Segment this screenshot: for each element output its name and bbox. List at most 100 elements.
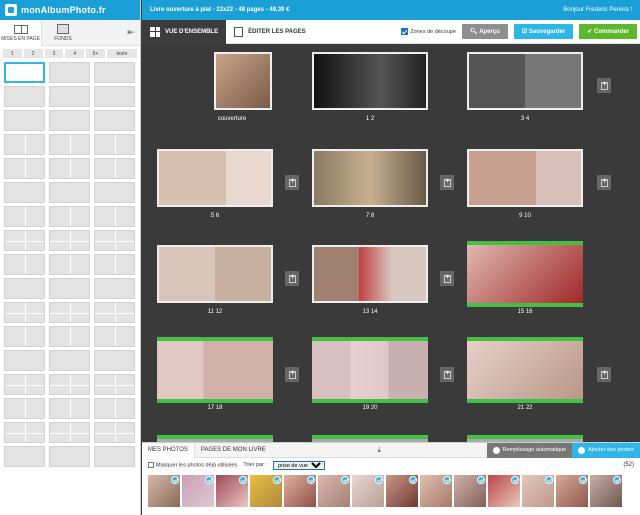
spread-photo[interactable] — [467, 149, 583, 207]
layout-thumb[interactable] — [94, 62, 135, 83]
filter-4-photos[interactable]: 4 — [65, 49, 85, 58]
layout-thumb[interactable] — [49, 350, 90, 371]
order-button[interactable]: ✔ Commander — [579, 24, 637, 39]
spread-photo[interactable] — [312, 245, 428, 303]
layout-thumb[interactable] — [4, 110, 45, 131]
spread-15-16[interactable]: 15 16 — [467, 241, 627, 315]
layout-thumb[interactable] — [94, 182, 135, 203]
layout-thumb[interactable] — [4, 302, 45, 323]
layout-thumb[interactable] — [94, 206, 135, 227]
photo-thumb[interactable] — [318, 475, 350, 507]
layout-thumb[interactable] — [4, 230, 45, 251]
photo-thumb[interactable] — [216, 475, 248, 507]
filter-5plus-photos[interactable]: 5+ — [86, 49, 105, 58]
zones-checkbox[interactable]: Zones de découpe — [401, 28, 456, 35]
add-page-button[interactable] — [597, 175, 611, 190]
spread-photo[interactable] — [157, 245, 273, 303]
photo-thumb[interactable] — [148, 475, 180, 507]
photo-thumb[interactable] — [420, 475, 452, 507]
add-photos-button[interactable]: Ajouter des photos — [572, 442, 640, 458]
add-page-button[interactable] — [440, 175, 454, 190]
layout-thumb[interactable] — [94, 446, 135, 467]
layout-thumb[interactable] — [94, 254, 135, 275]
hide-used-checkbox[interactable]: Masquer les photos déjà utilisées — [148, 461, 237, 468]
spread-photo[interactable] — [467, 337, 583, 403]
layout-thumb[interactable] — [49, 110, 90, 131]
layout-thumb[interactable] — [4, 422, 45, 443]
tab-my-photos[interactable]: MES PHOTOS — [142, 442, 195, 458]
add-page-button[interactable] — [440, 367, 454, 382]
spread-5-6[interactable]: 5 6 — [157, 149, 317, 219]
photo-thumb[interactable] — [488, 475, 520, 507]
add-page-button[interactable] — [597, 78, 611, 93]
layout-thumb[interactable] — [49, 86, 90, 107]
spread-photo[interactable] — [312, 337, 428, 403]
layout-thumb[interactable] — [4, 134, 45, 155]
spread-photo[interactable] — [312, 149, 428, 207]
photo-thumb[interactable] — [454, 475, 486, 507]
layout-thumb[interactable] — [94, 302, 135, 323]
photo-thumb[interactable] — [250, 475, 282, 507]
layout-thumb[interactable] — [94, 134, 135, 155]
layout-thumb[interactable] — [94, 398, 135, 419]
tab-layouts[interactable]: MISES EN PAGE — [0, 20, 42, 46]
layout-thumb[interactable] — [94, 230, 135, 251]
spread-partial[interactable] — [157, 435, 273, 442]
photo-thumb[interactable] — [352, 475, 384, 507]
layout-thumb[interactable] — [49, 374, 90, 395]
layout-thumb[interactable] — [94, 278, 135, 299]
spread-photo[interactable] — [157, 337, 273, 403]
photo-thumb[interactable] — [522, 475, 554, 507]
photo-thumb[interactable] — [182, 475, 214, 507]
tab-book-pages[interactable]: PAGES DE MON LIVRE — [195, 443, 272, 458]
layout-thumb[interactable] — [4, 398, 45, 419]
preview-button[interactable]: 🔍︎ Aperçu — [461, 24, 508, 39]
spread-photo[interactable] — [157, 149, 273, 207]
spread-3-4[interactable]: 3 4 — [467, 52, 627, 122]
photo-thumb[interactable] — [556, 475, 588, 507]
layout-thumb[interactable] — [4, 374, 45, 395]
layout-thumb[interactable] — [94, 86, 135, 107]
add-page-button[interactable] — [285, 367, 299, 382]
filter-2-photos[interactable]: 2 — [23, 49, 43, 58]
spread-photo[interactable] — [312, 52, 428, 110]
spread-photo[interactable] — [467, 241, 583, 307]
layout-thumb[interactable] — [49, 158, 90, 179]
collapse-panel-icon[interactable]: ⤓ — [377, 445, 381, 455]
layout-thumb[interactable] — [49, 206, 90, 227]
filter-1-photo[interactable]: 1 — [3, 49, 22, 58]
layout-thumb[interactable] — [49, 254, 90, 275]
layout-thumb[interactable] — [4, 254, 45, 275]
layout-thumb[interactable] — [94, 350, 135, 371]
spread-partial[interactable] — [467, 435, 583, 442]
spread-21-22[interactable]: 21 22 — [467, 337, 627, 411]
layout-thumb[interactable] — [4, 158, 45, 179]
layout-thumb[interactable] — [49, 446, 90, 467]
layout-thumb[interactable] — [49, 182, 90, 203]
sort-select[interactable]: prise de vue — [272, 460, 325, 470]
photo-thumb[interactable] — [386, 475, 418, 507]
layout-thumb[interactable] — [49, 134, 90, 155]
layout-thumb[interactable] — [94, 422, 135, 443]
layout-thumb[interactable] — [4, 182, 45, 203]
photo-thumb[interactable] — [284, 475, 316, 507]
spread-17-18[interactable]: 17 18 — [157, 337, 317, 411]
layout-thumb[interactable] — [49, 302, 90, 323]
layout-thumb[interactable] — [94, 158, 135, 179]
layout-thumb[interactable] — [4, 446, 45, 467]
collapse-sidebar-button[interactable]: ⇤ — [122, 20, 140, 45]
layout-thumb[interactable] — [4, 86, 45, 107]
layout-thumb[interactable] — [4, 206, 45, 227]
filter-text[interactable]: texte — [106, 49, 137, 58]
layout-thumb[interactable] — [49, 278, 90, 299]
spread-11-12[interactable]: 11 12 — [157, 245, 317, 315]
add-page-button[interactable] — [440, 271, 454, 286]
add-page-button[interactable] — [285, 271, 299, 286]
layout-thumb[interactable] — [4, 62, 45, 83]
layout-thumb[interactable] — [49, 230, 90, 251]
layout-thumb[interactable] — [4, 350, 45, 371]
spread-9-10[interactable]: 9 10 — [467, 149, 627, 219]
spread-19-20[interactable]: 19 20 — [312, 337, 472, 411]
spread-1-2[interactable]: 1 2 — [312, 52, 442, 122]
layout-thumb[interactable] — [4, 278, 45, 299]
